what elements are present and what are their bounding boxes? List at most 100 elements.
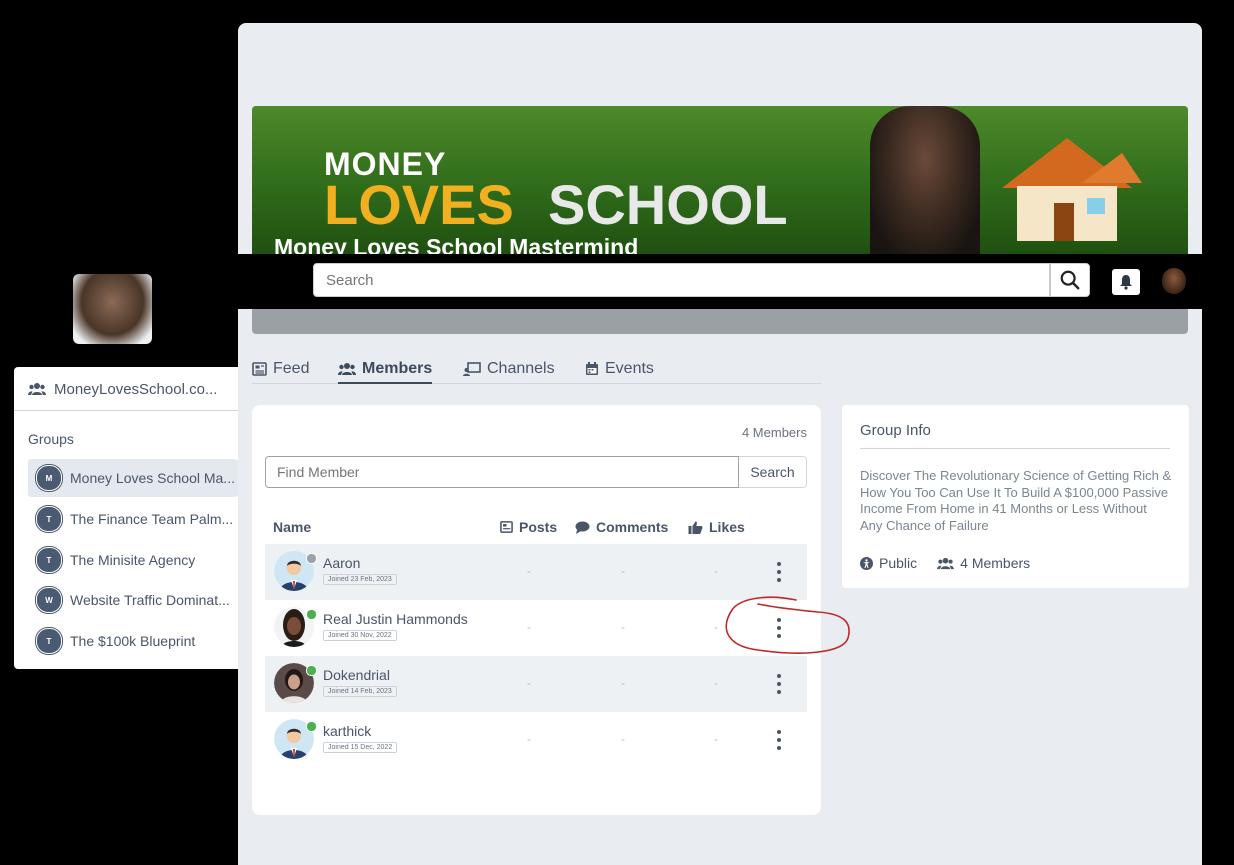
- users-icon: [937, 557, 954, 569]
- member-name[interactable]: Dokendrial: [323, 667, 390, 683]
- joined-date: Joined 30 Nov, 2022: [323, 630, 397, 641]
- site-label: MoneyLovesSchool.co...: [54, 380, 218, 398]
- group-label: The Minisite Agency: [70, 552, 196, 568]
- calendar-icon: [586, 362, 598, 375]
- users-icon: [28, 383, 46, 395]
- comment-icon: [575, 521, 590, 534]
- privacy-label: Public: [879, 555, 918, 571]
- member-total-label: 4 Members: [960, 555, 1031, 571]
- status-dot: [306, 721, 317, 732]
- header-posts[interactable]: Posts: [500, 519, 557, 535]
- likes-value: -: [714, 732, 718, 746]
- universal-access-icon: [860, 556, 873, 570]
- comments-value: -: [621, 620, 625, 634]
- more-options-icon[interactable]: [774, 562, 784, 582]
- comments-value: -: [621, 564, 625, 578]
- group-initial-badge: T: [36, 547, 62, 573]
- magnifier-icon: [1060, 270, 1080, 290]
- profile-photo[interactable]: [73, 274, 152, 344]
- group-info-divider: [860, 448, 1170, 449]
- sidebar-divider: [14, 410, 238, 411]
- group-info-card: Group Info Discover The Revolutionary Sc…: [842, 405, 1189, 588]
- joined-date: Joined 15 Dec, 2022: [323, 742, 398, 753]
- group-label: Money Loves School Ma...: [70, 470, 235, 486]
- header-name[interactable]: Name: [273, 519, 311, 535]
- group-label: The $100k Blueprint: [70, 633, 196, 649]
- find-member-search-button[interactable]: Search: [739, 456, 807, 488]
- posts-value: -: [527, 620, 531, 634]
- house-illustration: [1002, 138, 1142, 241]
- status-dot: [306, 665, 317, 676]
- tab-feed[interactable]: Feed: [252, 356, 309, 382]
- member-row[interactable]: Dokendrial Joined 14 Feb, 2023 - - -: [265, 656, 807, 712]
- member-name[interactable]: karthick: [323, 723, 371, 739]
- member-row[interactable]: Real Justin Hammonds Joined 30 Nov, 2022…: [265, 600, 807, 656]
- tab-label: Feed: [273, 360, 310, 377]
- group-initial-badge: T: [36, 628, 62, 654]
- group-initial-badge: W: [36, 587, 62, 613]
- privacy-status: Public: [860, 555, 917, 571]
- tab-channels[interactable]: Channels: [463, 356, 555, 382]
- groups-sidebar: MoneyLovesSchool.co... Groups M Money Lo…: [14, 367, 238, 669]
- group-description: Discover The Revolutionary Science of Ge…: [860, 468, 1172, 533]
- tab-events[interactable]: Events: [585, 356, 654, 382]
- likes-value: -: [714, 676, 718, 690]
- tab-label: Members: [362, 360, 433, 377]
- notifications-button[interactable]: [1112, 269, 1140, 295]
- group-label: Website Traffic Dominat...: [70, 592, 230, 608]
- member-name[interactable]: Aaron: [323, 555, 360, 571]
- search-button[interactable]: [1050, 263, 1090, 297]
- posts-value: -: [527, 676, 531, 690]
- header-label: Name: [273, 519, 312, 535]
- member-name[interactable]: Real Justin Hammonds: [323, 611, 468, 627]
- header-likes[interactable]: Likes: [688, 519, 745, 535]
- channels-icon: [463, 362, 481, 376]
- more-options-icon[interactable]: [774, 618, 784, 638]
- member-row[interactable]: Aaron Joined 23 Feb, 2023 - - -: [265, 544, 807, 600]
- newspaper-icon: [252, 362, 267, 376]
- newspaper-icon: [500, 521, 513, 533]
- group-meta: Public 4 Members: [860, 555, 1030, 571]
- find-member-input[interactable]: [265, 456, 739, 488]
- likes-value: -: [714, 620, 718, 634]
- joined-date: Joined 14 Feb, 2023: [323, 686, 397, 697]
- users-icon: [338, 363, 356, 375]
- sidebar-group-item[interactable]: W Website Traffic Dominat...: [28, 581, 238, 619]
- banner-loves-word: LOVES: [324, 173, 514, 236]
- posts-value: -: [527, 732, 531, 746]
- group-label: The Finance Team Palm...: [70, 511, 234, 527]
- sidebar-group-item[interactable]: T The $100k Blueprint: [28, 622, 238, 660]
- tab-members[interactable]: Members: [338, 356, 433, 384]
- likes-value: -: [714, 564, 718, 578]
- header-comments[interactable]: Comments: [575, 519, 668, 535]
- tab-label: Events: [605, 360, 654, 377]
- group-tabs: Feed Members Channels Events: [252, 350, 821, 384]
- user-avatar[interactable]: [1162, 268, 1186, 294]
- tab-label: Channels: [487, 360, 555, 377]
- header-label: Likes: [709, 519, 745, 535]
- joined-date: Joined 23 Feb, 2023: [323, 574, 397, 585]
- comments-value: -: [621, 732, 625, 746]
- group-initial-badge: T: [36, 506, 62, 532]
- posts-value: -: [527, 564, 531, 578]
- group-info-title: Group Info: [860, 422, 931, 439]
- sidebar-group-item[interactable]: T The Minisite Agency: [28, 541, 238, 579]
- more-options-icon[interactable]: [774, 674, 784, 694]
- thumbs-up-icon: [688, 521, 703, 534]
- global-search-input[interactable]: [313, 263, 1050, 297]
- sidebar-group-item[interactable]: T The Finance Team Palm...: [28, 500, 238, 538]
- status-dot: [306, 553, 317, 564]
- top-search-bar: [238, 254, 1202, 309]
- status-dot: [306, 609, 317, 620]
- members-count: 4 Members: [741, 425, 807, 440]
- sidebar-group-item[interactable]: M Money Loves School Ma...: [28, 459, 238, 497]
- member-row[interactable]: karthick Joined 15 Dec, 2022 - - -: [265, 712, 807, 768]
- banner-artwork: MONEY LOVES SCHOOL Money Loves School Ma…: [252, 106, 1188, 260]
- group-initial-badge: M: [36, 465, 62, 491]
- groups-heading: Groups: [28, 431, 74, 447]
- member-total: 4 Members: [937, 555, 1030, 571]
- members-card: 4 Members Search Name Posts Comments Lik…: [252, 405, 821, 815]
- header-label: Posts: [519, 519, 558, 535]
- more-options-icon[interactable]: [774, 730, 784, 750]
- site-link[interactable]: MoneyLovesSchool.co...: [28, 377, 228, 401]
